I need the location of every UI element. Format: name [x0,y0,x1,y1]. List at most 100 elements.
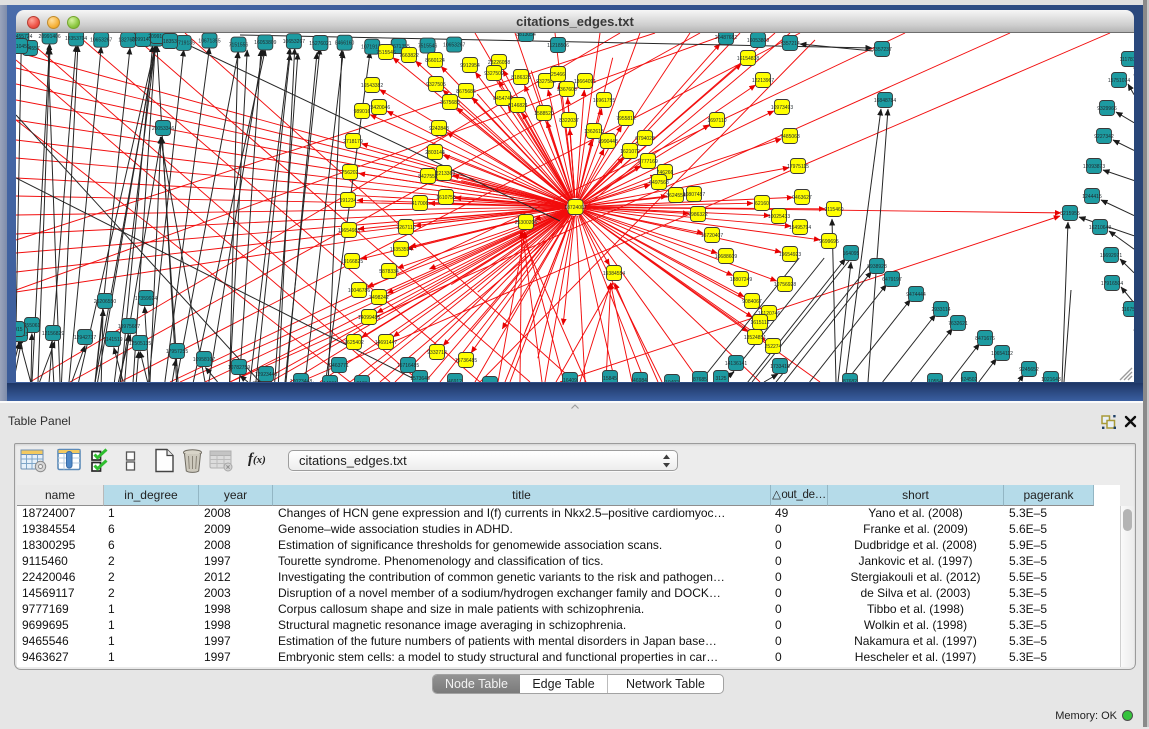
svg-text:46912: 46912 [448,379,462,382]
svg-text:6479197: 6479197 [882,277,902,283]
svg-text:14099485: 14099485 [358,315,380,321]
svg-text:17975115: 17975115 [787,164,809,170]
svg-text:9245652: 9245652 [1019,367,1039,373]
svg-text:15276021: 15276021 [309,41,331,47]
svg-text:3498242: 3498242 [369,295,389,301]
svg-text:15845: 15845 [603,376,617,382]
svg-text:87682: 87682 [843,379,857,382]
svg-text:11218506: 11218506 [547,43,569,49]
svg-text:924502: 924502 [961,377,978,382]
svg-text:7632621: 7632621 [948,321,968,327]
svg-text:16210643: 16210643 [1089,225,1111,231]
svg-text:20053346: 20053346 [152,126,174,132]
svg-text:1167533: 1167533 [1121,307,1134,313]
svg-text:9227342: 9227342 [1094,134,1114,140]
svg-text:9242848: 9242848 [429,126,449,132]
svg-text:17359924: 17359924 [135,296,157,302]
svg-text:10046786: 10046786 [348,288,370,294]
svg-text:8427552: 8427552 [418,174,438,180]
svg-text:19166825: 19166825 [341,259,363,265]
svg-text:15353594: 15353594 [390,247,412,253]
svg-text:1117817: 1117817 [1120,57,1134,63]
svg-text:8186328: 8186328 [511,75,531,81]
svg-text:16848784: 16848784 [874,98,896,104]
svg-text:12942737: 12942737 [74,335,96,341]
svg-text:10653267: 10653267 [283,39,305,45]
svg-text:1621072: 1621072 [620,149,640,155]
svg-text:7663822: 7663822 [399,53,419,59]
svg-text:12093873: 12093873 [1083,164,1105,170]
svg-text:10025433: 10025433 [768,214,790,220]
svg-text:10492: 10492 [665,380,679,382]
svg-text:2718179: 2718179 [343,139,363,145]
svg-text:191234: 191234 [340,198,357,204]
svg-text:164095: 164095 [843,251,860,257]
svg-text:9084067: 9084067 [742,299,762,305]
svg-text:9146821: 9146821 [508,103,528,109]
svg-text:12505135: 12505135 [129,341,151,347]
svg-text:9463627: 9463627 [792,195,812,201]
svg-text:8990448: 8990448 [598,139,618,145]
svg-text:10688609: 10688609 [715,254,737,260]
svg-text:15495794: 15495794 [789,225,811,231]
svg-text:17916504: 17916504 [1101,281,1123,287]
svg-text:18724007: 18724007 [564,205,586,211]
svg-text:8471676: 8471676 [975,336,995,342]
svg-text:10807487: 10807487 [683,192,705,198]
svg-text:15692971: 15692971 [1100,253,1122,259]
svg-text:13664091: 13664091 [574,79,596,85]
svg-text:10554: 10554 [928,379,942,382]
svg-text:9699695: 9699695 [819,239,839,245]
svg-text:10671355: 10671355 [198,38,220,44]
svg-text:7357237: 7357237 [872,47,892,53]
svg-text:1573648: 1573648 [410,376,430,382]
svg-text:12923448: 12923448 [255,372,277,378]
svg-text:16543382: 16543382 [361,83,383,89]
svg-text:1588520: 1588520 [534,111,554,117]
svg-text:9327509: 9327509 [484,71,504,77]
svg-text:19384554: 19384554 [603,271,625,277]
svg-text:7485063: 7485063 [780,134,800,140]
svg-text:252274: 252274 [765,344,782,350]
svg-text:18353: 18353 [163,39,177,45]
svg-text:16053809: 16053809 [747,38,769,44]
svg-text:7151556: 7151556 [229,42,249,48]
svg-text:18807249: 18807249 [730,277,752,283]
svg-text:25466: 25466 [551,72,565,78]
svg-text:5878334: 5878334 [379,269,399,275]
svg-text:10958107: 10958107 [193,357,215,363]
svg-text:87685: 87685 [693,377,707,382]
svg-text:2803144: 2803144 [425,150,445,156]
svg-text:20991406: 20991406 [38,34,60,40]
svg-text:2367608: 2367608 [557,87,577,93]
svg-text:8938928: 8938928 [867,264,887,270]
svg-text:19975687: 19975687 [118,324,140,330]
svg-text:8322037: 8322037 [559,118,579,124]
svg-text:15716485: 15716485 [397,363,419,369]
svg-text:989016: 989016 [354,109,371,115]
svg-text:7515546: 7515546 [376,50,396,56]
svg-text:1615112: 1615112 [750,320,769,326]
svg-text:1141519: 1141519 [103,337,122,343]
svg-text:9121: 9121 [356,381,367,382]
svg-text:1733416: 1733416 [770,364,790,370]
svg-text:8675685: 8675685 [456,89,476,95]
svg-text:9115460: 9115460 [824,207,843,213]
svg-text:15736485: 15736485 [455,358,477,364]
svg-text:7915: 7915 [16,327,23,333]
svg-text:10653267: 10653267 [90,38,112,44]
svg-text:14691447: 14691447 [375,340,397,346]
svg-text:9327505: 9327505 [426,82,446,88]
svg-text:7357214: 7357214 [780,41,800,47]
svg-text:7955812: 7955812 [616,116,636,122]
svg-text:1697110: 1697110 [707,118,726,124]
svg-text:7625402: 7625402 [344,340,364,346]
svg-text:14691: 14691 [323,381,337,382]
svg-text:16053809: 16053809 [254,40,276,46]
svg-text:20487682: 20487682 [715,35,737,41]
svg-text:10756928: 10756928 [774,282,796,288]
svg-text:15720407: 15720407 [701,233,723,239]
svg-text:9912954: 9912954 [460,63,480,69]
svg-text:19654923: 19654923 [779,252,801,258]
svg-text:1610755: 1610755 [436,195,456,201]
